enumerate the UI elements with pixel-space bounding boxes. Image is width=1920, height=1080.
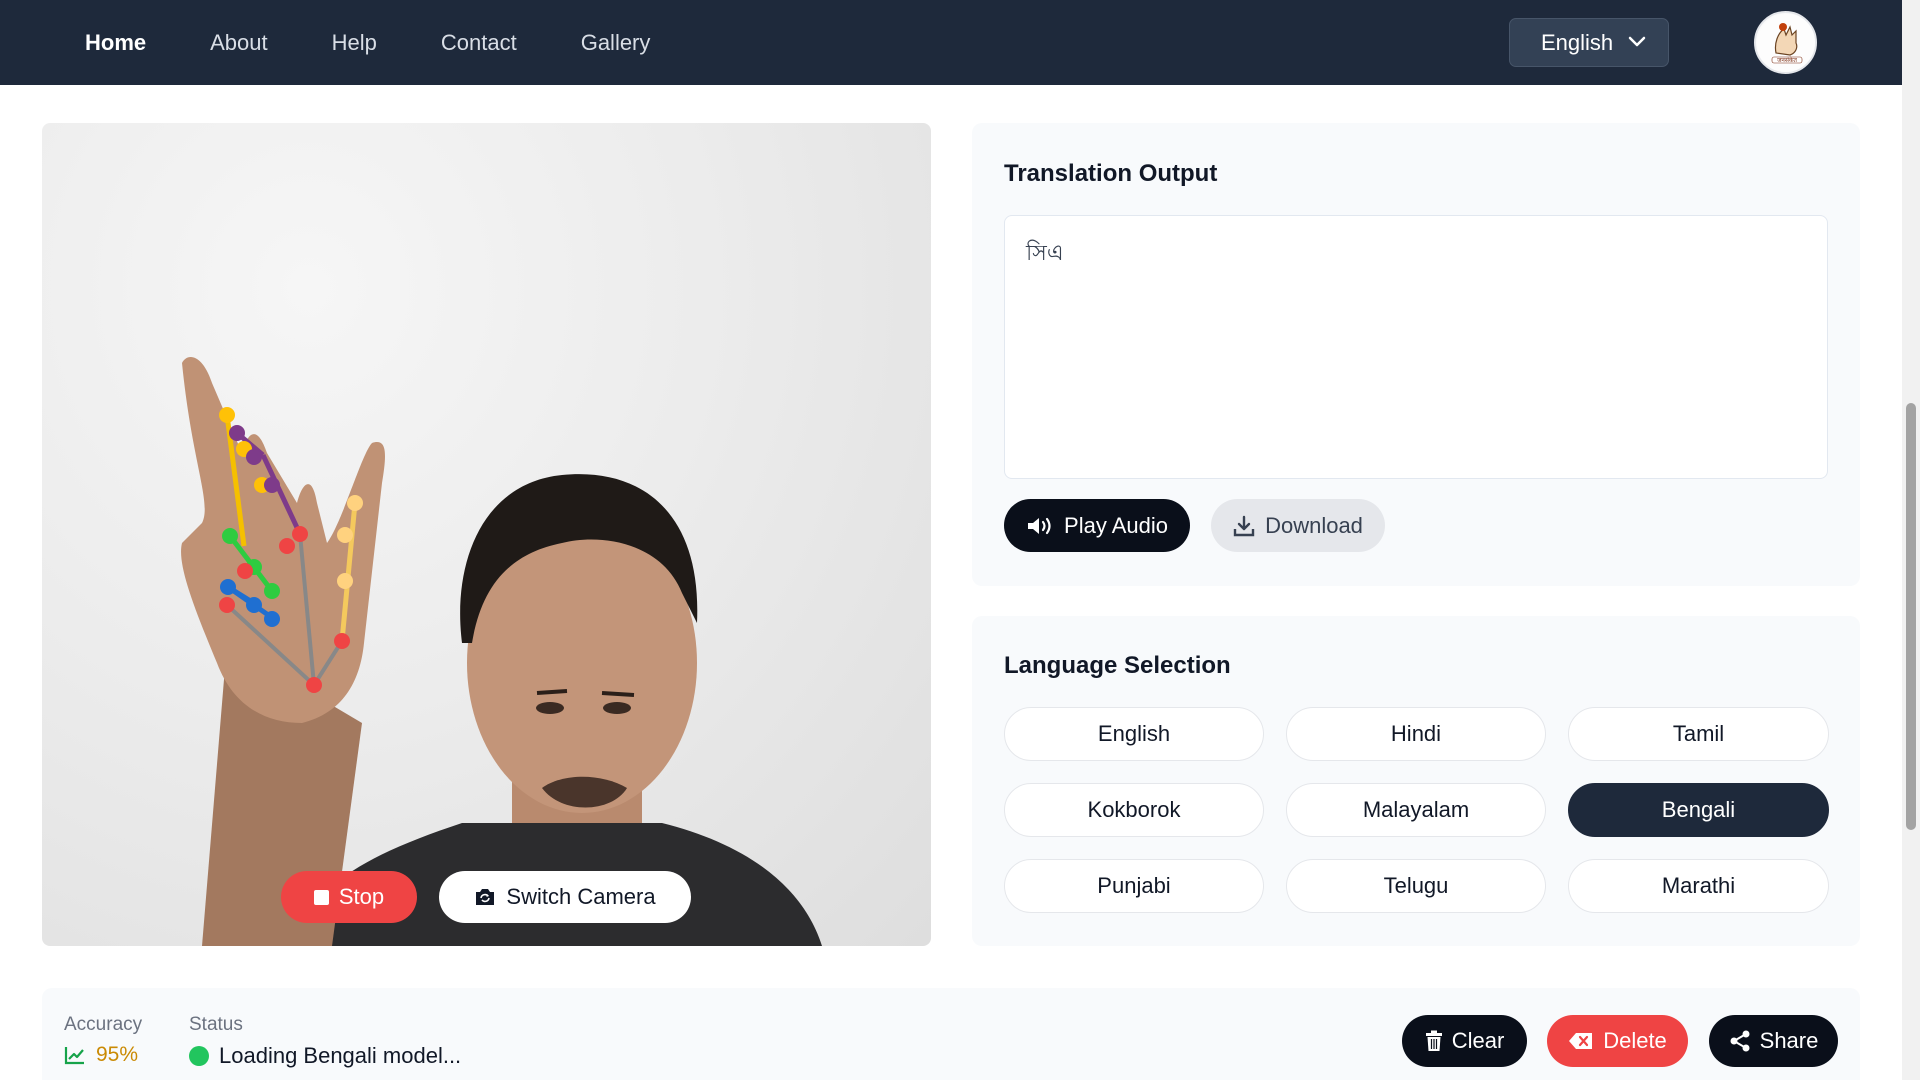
nav-home-link[interactable]: Home <box>85 30 146 56</box>
play-audio-button[interactable]: Play Audio <box>1004 499 1190 552</box>
language-selection-panel: Language Selection English Hindi Tamil K… <box>972 616 1860 946</box>
share-label: Share <box>1759 1028 1819 1053</box>
chevron-down-icon <box>1628 36 1646 47</box>
nav-about-link[interactable]: About <box>210 30 268 56</box>
trash-icon <box>1425 1030 1442 1051</box>
language-option-kokborok[interactable]: Kokborok <box>1004 783 1264 837</box>
translation-output-text: সিএ <box>1026 240 1064 265</box>
language-option-tamil[interactable]: Tamil <box>1568 707 1829 761</box>
download-label: Download <box>1265 512 1363 538</box>
nav-links: Home About Help Contact Gallery <box>85 0 650 85</box>
switch-camera-button[interactable]: Switch Camera <box>439 871 691 923</box>
camera-scene <box>181 357 822 946</box>
language-option-english[interactable]: English <box>1004 707 1264 761</box>
chart-line-icon <box>64 1047 84 1065</box>
camera-switch-icon <box>476 889 495 905</box>
nav-contact-link[interactable]: Contact <box>441 30 517 56</box>
nav-gallery-link[interactable]: Gallery <box>581 30 651 56</box>
language-options-grid: English Hindi Tamil Kokborok Malayalam B… <box>1004 707 1829 913</box>
language-option-marathi[interactable]: Marathi <box>1568 859 1829 913</box>
language-dropdown-value: English <box>1541 29 1614 55</box>
nav-help-link[interactable]: Help <box>332 30 377 56</box>
top-navbar: Home About Help Contact Gallery English … <box>0 0 1902 85</box>
translation-panel: Translation Output সিএ Play Audio Downlo… <box>972 123 1860 586</box>
hand-figure <box>181 357 385 946</box>
status-value-text: Loading Bengali model... <box>219 1043 462 1068</box>
language-option-punjabi[interactable]: Punjabi <box>1004 859 1264 913</box>
speaker-icon <box>1028 517 1051 534</box>
hand-logo-icon: जनसंकेत <box>1757 14 1815 72</box>
switch-camera-label: Switch Camera <box>506 884 656 909</box>
status-label: Status <box>189 1014 243 1035</box>
accuracy-value: 95% <box>64 1043 138 1067</box>
play-audio-label: Play Audio <box>1064 512 1168 538</box>
status-bar: Accuracy 95% Status Loading Bengali mode… <box>42 988 1860 1080</box>
delete-button[interactable]: Delete <box>1547 1015 1688 1067</box>
status-value: Loading Bengali model... <box>189 1043 461 1069</box>
share-button[interactable]: Share <box>1709 1015 1838 1067</box>
clear-button[interactable]: Clear <box>1402 1015 1527 1067</box>
download-icon <box>1233 515 1255 536</box>
translation-output-title: Translation Output <box>1004 160 1218 187</box>
page-scrollbar-thumb[interactable] <box>1906 403 1916 830</box>
accuracy-value-text: 95% <box>96 1043 139 1066</box>
language-option-telugu[interactable]: Telugu <box>1286 859 1546 913</box>
clear-label: Clear <box>1451 1028 1505 1053</box>
translation-output-box[interactable]: সিএ <box>1004 215 1828 479</box>
stop-button[interactable]: Stop <box>281 871 417 923</box>
language-dropdown[interactable]: English <box>1509 18 1669 67</box>
download-button[interactable]: Download <box>1211 499 1385 552</box>
language-option-malayalam[interactable]: Malayalam <box>1286 783 1546 837</box>
accuracy-label: Accuracy <box>64 1014 143 1035</box>
share-icon <box>1730 1030 1750 1052</box>
language-selection-title: Language Selection <box>1004 652 1231 679</box>
delete-label: Delete <box>1603 1028 1667 1053</box>
logo-text: जनसंकेत <box>1777 56 1797 64</box>
app-logo-avatar[interactable]: जनसंकेत <box>1754 11 1817 74</box>
stop-label: Stop <box>338 884 385 909</box>
camera-feed: Stop Switch Camera <box>42 123 931 946</box>
backspace-icon <box>1569 1033 1593 1049</box>
language-option-bengali[interactable]: Bengali <box>1568 783 1829 837</box>
stop-icon <box>313 889 329 905</box>
status-dot-icon <box>189 1046 209 1066</box>
language-option-hindi[interactable]: Hindi <box>1286 707 1546 761</box>
